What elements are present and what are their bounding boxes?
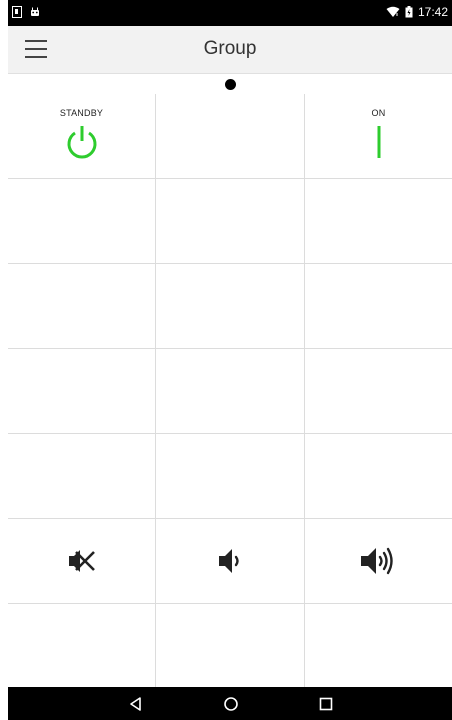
mute-icon [68, 550, 95, 572]
grid-cell-empty[interactable] [8, 434, 156, 519]
app-bar: Group [8, 26, 452, 74]
grid-cell-empty[interactable] [305, 434, 452, 519]
grid-cell-empty[interactable] [156, 604, 305, 687]
wifi-icon [386, 6, 400, 17]
grid-cell-empty[interactable] [156, 434, 305, 519]
grid-cell-empty[interactable] [305, 349, 452, 434]
clock-time: 17:42 [417, 5, 448, 19]
grid-cell-empty[interactable] [156, 179, 305, 264]
grid-cell-empty[interactable] [305, 264, 452, 349]
android-notification-icon [31, 7, 39, 16]
standby-button[interactable]: STANDBY [8, 94, 156, 179]
screenshot-notification-icon [12, 6, 22, 18]
page-title: Group [203, 38, 257, 59]
grid-cell-empty[interactable] [305, 604, 452, 687]
grid-cell-empty[interactable] [156, 349, 305, 434]
navigation-bar [8, 687, 452, 720]
status-bar: 17:42 [8, 0, 452, 26]
grid-cell-empty[interactable] [8, 179, 156, 264]
page-indicator-dot [225, 79, 236, 90]
volume-down-button[interactable] [156, 519, 305, 604]
battery-icon [405, 6, 413, 18]
grid-cell-empty[interactable] [8, 604, 156, 687]
recents-icon[interactable] [317, 695, 335, 713]
standby-label: STANDBY [59, 108, 104, 118]
back-icon[interactable] [127, 695, 145, 713]
control-grid: STANDBY ON [8, 94, 452, 687]
mute-button[interactable] [8, 519, 156, 604]
grid-cell-empty[interactable] [305, 179, 452, 264]
home-icon[interactable] [222, 695, 240, 713]
grid-cell-empty[interactable] [8, 264, 156, 349]
power-icon [67, 126, 96, 159]
on-button[interactable]: ON [305, 94, 452, 179]
volume-down-icon [219, 549, 239, 573]
volume-up-button[interactable] [305, 519, 452, 604]
on-label: ON [371, 108, 386, 118]
grid-cell-empty[interactable] [156, 264, 305, 349]
page-indicator [8, 74, 452, 94]
grid-cell-empty[interactable] [8, 349, 156, 434]
left-edge-strip [0, 0, 8, 720]
volume-up-icon [360, 547, 393, 575]
on-bar-icon [377, 126, 380, 158]
grid-cell-empty[interactable] [156, 94, 305, 179]
